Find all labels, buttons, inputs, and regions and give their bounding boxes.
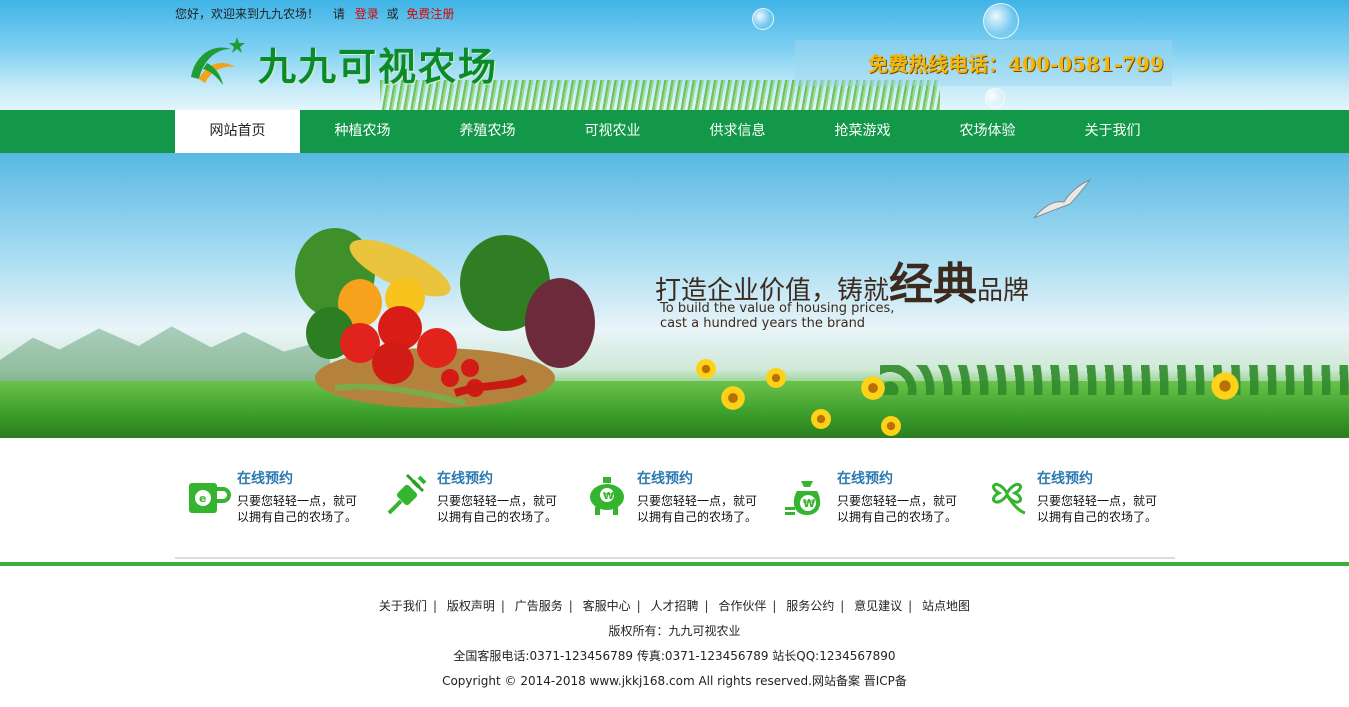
link-separator: | <box>840 599 845 613</box>
nav-item-farm-experience[interactable]: 农场体验 <box>925 110 1050 153</box>
content-divider <box>175 557 1175 559</box>
seagull-image <box>1033 178 1092 219</box>
link-separator: | <box>636 599 641 613</box>
piggy-bank-icon: ₩ <box>590 477 624 515</box>
nav-item-planting-farm[interactable]: 种植农场 <box>300 110 425 153</box>
feature-title: 在线预约 <box>637 471 693 487</box>
footer-link-careers[interactable]: 人才招聘 <box>650 599 698 613</box>
nav-item-grab-vegetable-game[interactable]: 抢菜游戏 <box>800 110 925 153</box>
nav-item-home[interactable]: 网站首页 <box>175 110 300 153</box>
nav-item-visual-agriculture[interactable]: 可视农业 <box>550 110 675 153</box>
trees-decoration <box>880 365 1349 395</box>
bubble-decoration <box>985 88 1005 108</box>
link-separator: | <box>432 599 437 613</box>
hotline: 免费热线电话：400-0581-799 <box>868 48 1164 77</box>
footer-link-feedback[interactable]: 意见建议 <box>854 599 902 613</box>
slogan-highlight: 经典 <box>889 259 978 310</box>
footer-links: 关于我们 | 版权声明 | 广告服务 | 客服中心 | 人才招聘 | 合作伙伴 | 服务公约… <box>0 597 1349 614</box>
link-separator: | <box>772 599 777 613</box>
feature-list: e 在线预约 只要您轻轻一点，就可以拥有自己的农场了。 在线预约 只要您轻轻一点… <box>175 463 1175 533</box>
feature-item[interactable]: 在线预约 只要您轻轻一点，就可以拥有自己的农场了。 <box>375 463 575 533</box>
farm-logo-icon[interactable] <box>185 33 247 87</box>
please-text: 请 <box>332 7 345 21</box>
nav-item-about-us[interactable]: 关于我们 <box>1050 110 1175 153</box>
feature-description: 只要您轻轻一点，就可以拥有自己的农场了。 <box>1037 494 1158 524</box>
flower-decoration <box>880 415 902 437</box>
flower-decoration <box>1210 371 1240 401</box>
hero-banner: 打造企业价值，铸就经典品牌 To build the value of hous… <box>0 153 1349 438</box>
nav-item-supply-demand[interactable]: 供求信息 <box>675 110 800 153</box>
login-link[interactable]: 登录 <box>355 7 379 21</box>
hotline-number: 400-0581-799 <box>1008 52 1164 76</box>
welcome-text: 您好，欢迎来到九九农场！ <box>175 7 320 21</box>
footer-link-about-us[interactable]: 关于我们 <box>379 599 427 613</box>
footer-link-service-agreement[interactable]: 服务公约 <box>786 599 834 613</box>
hotline-label: 免费热线电话： <box>868 52 1008 76</box>
feature-item[interactable]: 在线预约 只要您轻轻一点，就可以拥有自己的农场了。 <box>975 463 1175 533</box>
flower-decoration <box>720 385 746 411</box>
feature-item[interactable]: ₩ 在线预约 只要您轻轻一点，就可以拥有自己的农场了。 <box>575 463 775 533</box>
link-separator: | <box>500 599 505 613</box>
site-name: 九九可视农场 <box>258 45 499 89</box>
vegetable-basket-image <box>295 228 595 408</box>
footer-link-partners[interactable]: 合作伙伴 <box>718 599 766 613</box>
footer-link-copyright-statement[interactable]: 版权声明 <box>447 599 495 613</box>
feature-description: 只要您轻轻一点，就可以拥有自己的农场了。 <box>837 494 958 524</box>
footer-link-customer-service[interactable]: 客服中心 <box>583 599 631 613</box>
banner-slogan-english: To build the value of housing prices, ca… <box>660 301 894 331</box>
slogan-english-line: cast a hundred years the brand <box>660 316 866 331</box>
flower-decoration <box>695 358 717 380</box>
clover-icon <box>992 482 1026 515</box>
bubble-decoration <box>752 8 774 30</box>
feature-title: 在线预约 <box>1037 471 1093 487</box>
welcome-bar: 您好，欢迎来到九九农场！ 请 登录 或 免费注册 <box>175 5 454 22</box>
feature-title: 在线预约 <box>237 471 293 487</box>
flower-decoration <box>860 375 886 401</box>
svg-text:e: e <box>199 492 206 505</box>
bubble-decoration <box>983 3 1019 39</box>
footer-copyright: Copyright © 2014-2018 www.jkkj168.com Al… <box>442 674 907 688</box>
money-bag-icon: ₩ <box>785 481 821 515</box>
link-separator: | <box>568 599 573 613</box>
svg-text:₩: ₩ <box>603 491 614 502</box>
feature-title: 在线预约 <box>437 471 493 487</box>
register-link[interactable]: 免费注册 <box>406 7 454 21</box>
plug-icon <box>387 473 427 515</box>
link-separator: | <box>704 599 709 613</box>
or-text: 或 <box>386 7 399 21</box>
main-nav: 网站首页 种植农场 养殖农场 可视农业 供求信息 抢菜游戏 农场体验 关于我们 <box>0 110 1349 153</box>
feature-description: 只要您轻轻一点，就可以拥有自己的农场了。 <box>437 494 558 524</box>
svg-text:₩: ₩ <box>803 497 815 510</box>
cup-icon: e <box>189 483 231 513</box>
footer-divider <box>0 562 1349 566</box>
footer-contact-info: 全国客服电话:0371-123456789 传真:0371-123456789 … <box>453 649 896 663</box>
feature-item[interactable]: e 在线预约 只要您轻轻一点，就可以拥有自己的农场了。 <box>175 463 375 533</box>
feature-description: 只要您轻轻一点，就可以拥有自己的农场了。 <box>637 494 758 524</box>
footer-link-ad-services[interactable]: 广告服务 <box>515 599 563 613</box>
slogan-part: 品牌 <box>977 276 1030 306</box>
feature-description: 只要您轻轻一点，就可以拥有自己的农场了。 <box>237 494 358 524</box>
link-separator: | <box>908 599 913 613</box>
site-header: 您好，欢迎来到九九农场！ 请 登录 或 免费注册 九九可视农场 免费热线电话：4… <box>0 0 1349 110</box>
footer-link-sitemap[interactable]: 站点地图 <box>922 599 970 613</box>
flower-decoration <box>765 367 787 389</box>
feature-item[interactable]: ₩ 在线预约 只要您轻轻一点，就可以拥有自己的农场了。 <box>775 463 975 533</box>
footer-copyright-owner: 版权所有：九九可视农业 <box>608 624 741 638</box>
feature-title: 在线预约 <box>837 471 893 487</box>
nav-item-breeding-farm[interactable]: 养殖农场 <box>425 110 550 153</box>
slogan-english-line: To build the value of housing prices, <box>660 301 895 316</box>
flower-decoration <box>810 408 832 430</box>
